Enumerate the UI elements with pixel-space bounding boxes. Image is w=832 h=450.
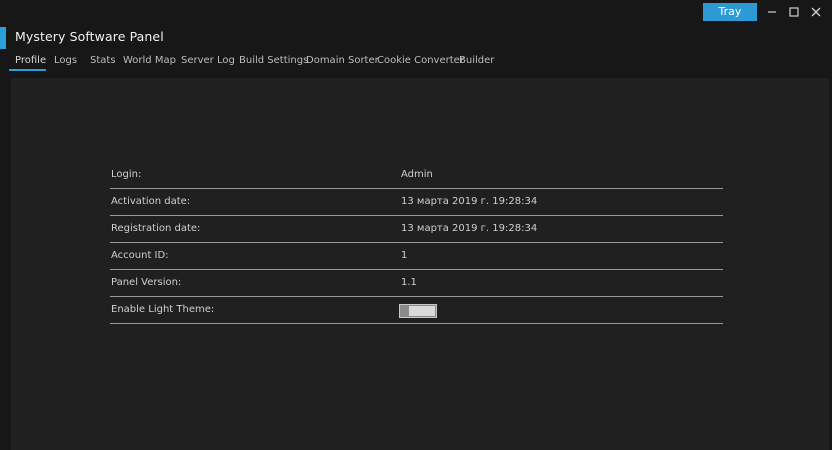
- tray-button[interactable]: Tray: [703, 3, 757, 21]
- row-label: Registration date:: [111, 223, 201, 234]
- tab-builder[interactable]: Builder: [459, 55, 494, 66]
- app-title: Mystery Software Panel: [15, 29, 164, 44]
- registration-date-value: 13 марта 2019 г. 19:28:34: [401, 223, 538, 234]
- profile-row-account-id: Account ID: 1: [110, 242, 723, 270]
- activation-date-value: 13 марта 2019 г. 19:28:34: [401, 196, 538, 207]
- toggle-knob: [409, 306, 435, 316]
- row-label: Enable Light Theme:: [111, 304, 215, 315]
- account-id-value: 1: [401, 250, 408, 261]
- profile-row-registration-date: Registration date: 13 марта 2019 г. 19:2…: [110, 215, 723, 243]
- row-label: Panel Version:: [111, 277, 182, 288]
- tab-stats[interactable]: Stats: [90, 55, 116, 66]
- title-accent-bar: [0, 27, 6, 49]
- minimize-icon[interactable]: [764, 4, 780, 20]
- tab-logs[interactable]: Logs: [54, 55, 77, 66]
- active-tab-indicator: [9, 69, 46, 71]
- profile-row-activation-date: Activation date: 13 марта 2019 г. 19:28:…: [110, 188, 723, 216]
- tab-world-map[interactable]: World Map: [123, 55, 176, 66]
- tab-build-settings[interactable]: Build Settings: [239, 55, 308, 66]
- profile-row-light-theme: Enable Light Theme:: [110, 296, 723, 324]
- tab-cookie-converter[interactable]: Cookie Converter: [377, 55, 464, 66]
- light-theme-toggle[interactable]: [399, 304, 437, 318]
- row-label: Activation date:: [111, 196, 191, 207]
- close-icon[interactable]: [808, 4, 824, 20]
- tab-server-log[interactable]: Server Log: [181, 55, 235, 66]
- login-value: Admin: [401, 169, 433, 180]
- profile-row-panel-version: Panel Version: 1.1: [110, 269, 723, 297]
- tab-profile[interactable]: Profile: [15, 55, 46, 66]
- tab-domain-sorter[interactable]: Domain Sorter: [306, 55, 379, 66]
- row-label: Account ID:: [111, 250, 169, 261]
- tab-bar: Profile Logs Stats World Map Server Log …: [0, 52, 832, 74]
- row-label: Login:: [111, 169, 142, 180]
- maximize-icon[interactable]: [786, 4, 802, 20]
- panel-version-value: 1.1: [401, 277, 417, 288]
- profile-row-login: Login: Admin: [110, 161, 723, 189]
- app-window: Mystery Software Panel Tray Profile Logs…: [0, 0, 832, 450]
